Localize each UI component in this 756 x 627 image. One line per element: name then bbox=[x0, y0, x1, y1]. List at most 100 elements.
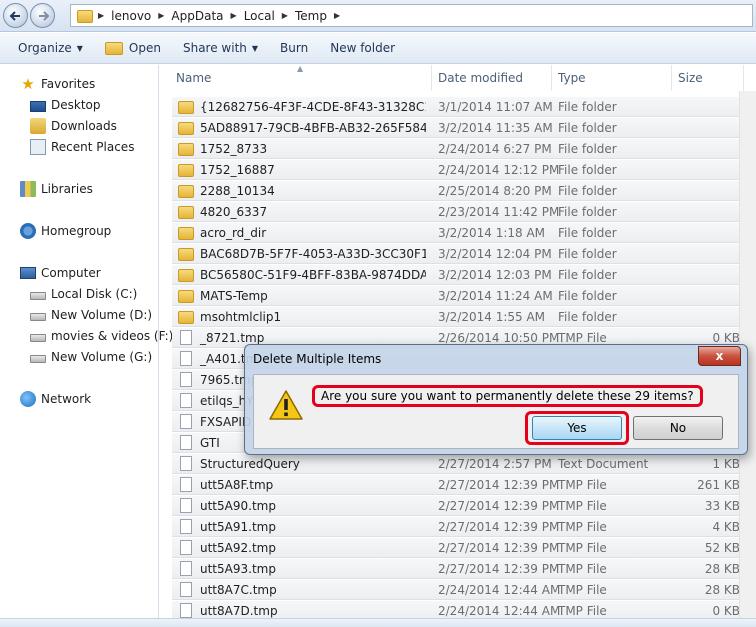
recent-places-icon bbox=[30, 139, 46, 155]
hard-drive-icon bbox=[30, 292, 46, 300]
nav-favorites[interactable]: ★ Favorites bbox=[20, 74, 95, 94]
nav-computer[interactable]: Computer bbox=[20, 263, 101, 283]
chevron-right-icon[interactable]: ▶ bbox=[333, 11, 341, 20]
share-with-label: Share with bbox=[182, 41, 247, 55]
back-button[interactable] bbox=[3, 3, 28, 28]
nav-local-disk[interactable]: Local Disk (C:) bbox=[30, 284, 137, 304]
folder-row[interactable]: 5AD88917-79CB-4BFB-AB32-265F58438563 3/2/… bbox=[172, 117, 756, 138]
chevron-right-icon[interactable]: ▶ bbox=[157, 11, 165, 20]
folder-row[interactable]: BC56580C-51F9-4BFF-83BA-9874DDA594... 3/2… bbox=[172, 264, 756, 285]
command-bar: Organize ▼ Open Share with ▼ Burn New fold… bbox=[0, 33, 756, 64]
file-icon bbox=[180, 561, 192, 576]
folder-row[interactable]: 1752_16887 2/24/2014 12:12 PM File folder bbox=[172, 159, 756, 180]
type-cell: TMP File bbox=[558, 498, 607, 513]
chevron-right-icon[interactable]: ▶ bbox=[281, 11, 289, 20]
folder-icon bbox=[178, 121, 194, 135]
burn-button[interactable]: Burn bbox=[280, 41, 308, 55]
column-header-size[interactable]: Size bbox=[672, 65, 744, 91]
nav-recent-places[interactable]: Recent Places bbox=[30, 137, 134, 157]
folder-row[interactable]: 1752_8733 2/24/2014 6:27 PM File folder bbox=[172, 138, 756, 159]
file-name-cell: _8721.tmp bbox=[172, 330, 426, 345]
back-arrow-icon bbox=[9, 10, 20, 21]
date-modified-cell: 2/27/2014 12:39 PM bbox=[438, 519, 560, 534]
file-icon bbox=[180, 519, 192, 534]
delete-confirm-dialog: Delete Multiple Items x Are you sure you… bbox=[244, 344, 748, 455]
file-row[interactable]: utt5A93.tmp 2/27/2014 12:39 PM TMP File 28 … bbox=[172, 558, 756, 579]
type-cell: TMP File bbox=[558, 519, 607, 534]
file-name-cell: 4820_6337 bbox=[172, 205, 426, 219]
file-name-cell: utt5A8F.tmp bbox=[172, 477, 426, 492]
organize-button[interactable]: Organize ▼ bbox=[18, 41, 83, 55]
nav-libraries[interactable]: Libraries bbox=[20, 179, 93, 199]
file-row[interactable]: utt5A90.tmp 2/27/2014 12:39 PM TMP File 33 … bbox=[172, 495, 756, 516]
new-folder-button[interactable]: New folder bbox=[330, 41, 395, 55]
file-row[interactable]: utt5A8F.tmp 2/27/2014 12:39 PM TMP File 261… bbox=[172, 474, 756, 495]
forward-button[interactable] bbox=[30, 3, 55, 28]
forward-arrow-icon bbox=[38, 10, 49, 21]
chevron-right-icon[interactable]: ▶ bbox=[230, 11, 238, 20]
file-name-cell: utt5A92.tmp bbox=[172, 540, 426, 555]
homegroup-icon bbox=[20, 223, 36, 239]
breadcrumb[interactable]: ▶ lenovo ▶ AppData ▶ Local ▶ Temp ▶ bbox=[70, 4, 753, 27]
nav-network[interactable]: Network bbox=[20, 389, 91, 409]
breadcrumb-item[interactable]: AppData bbox=[165, 9, 229, 23]
column-header-type[interactable]: Type bbox=[552, 65, 672, 91]
folder-row[interactable]: 2288_10134 2/25/2014 8:20 PM File folder bbox=[172, 180, 756, 201]
file-row[interactable]: utt8A7C.tmp 2/24/2014 12:44 AM TMP File 28 … bbox=[172, 579, 756, 600]
close-button[interactable]: x bbox=[698, 346, 741, 366]
open-button[interactable]: Open bbox=[104, 41, 161, 55]
type-cell: File folder bbox=[558, 162, 617, 177]
date-modified-cell: 3/2/2014 11:24 AM bbox=[438, 288, 553, 303]
type-cell: TMP File bbox=[558, 330, 607, 345]
type-cell: File folder bbox=[558, 120, 617, 135]
file-row[interactable]: utt5A92.tmp 2/27/2014 12:39 PM TMP File 52 … bbox=[172, 537, 756, 558]
date-modified-cell: 2/24/2014 12:44 AM bbox=[438, 603, 561, 618]
yes-button[interactable]: Yes bbox=[532, 416, 622, 440]
column-header-name[interactable]: Name bbox=[160, 65, 432, 91]
folder-icon bbox=[178, 247, 194, 261]
file-name: StructuredQuery bbox=[200, 456, 300, 471]
file-name-cell: utt5A93.tmp bbox=[172, 561, 426, 576]
share-with-button[interactable]: Share with ▼ bbox=[183, 41, 258, 55]
nav-homegroup[interactable]: Homegroup bbox=[20, 221, 111, 241]
navigation-pane: ★ Favorites Desktop Downloads Recent Plac… bbox=[0, 65, 173, 627]
nav-label: New Volume (G:) bbox=[51, 350, 153, 364]
type-cell: File folder bbox=[558, 225, 617, 240]
nav-new-volume-d[interactable]: New Volume (D:) bbox=[30, 305, 152, 325]
nav-desktop[interactable]: Desktop bbox=[30, 95, 101, 115]
type-cell: TMP File bbox=[558, 561, 607, 576]
file-name-cell: {12682756-4F3F-4CDE-8F43-31328C1A4D... bbox=[172, 100, 426, 114]
folder-row[interactable]: MATS-Temp 3/2/2014 11:24 AM File folder bbox=[172, 285, 756, 306]
libraries-icon bbox=[20, 181, 36, 197]
nav-movies[interactable]: movies & videos (F:) bbox=[30, 326, 173, 346]
file-row[interactable]: StructuredQuery 2/27/2014 2:57 PM Text Doc… bbox=[172, 453, 756, 474]
folder-row[interactable]: BAC68D7B-5F7F-4053-A33D-3CC30F15E7... 3/2… bbox=[172, 243, 756, 264]
folder-row[interactable]: msohtmlclip1 3/2/2014 1:55 AM File folder bbox=[172, 306, 756, 327]
file-icon bbox=[180, 393, 192, 408]
file-name: utt5A93.tmp bbox=[200, 561, 276, 576]
file-row[interactable]: utt5A91.tmp 2/27/2014 12:39 PM TMP File 4 K… bbox=[172, 516, 756, 537]
chevron-right-icon[interactable]: ▶ bbox=[97, 11, 105, 20]
folder-row[interactable]: {12682756-4F3F-4CDE-8F43-31328C1A4D... 3/… bbox=[172, 96, 756, 117]
file-name: GTI bbox=[200, 435, 220, 450]
file-name-cell: utt8A7D.tmp bbox=[172, 603, 426, 618]
file-icon bbox=[180, 414, 192, 429]
breadcrumb-item[interactable]: Temp bbox=[289, 9, 333, 23]
folder-row[interactable]: 4820_6337 2/23/2014 11:42 PM File folder bbox=[172, 201, 756, 222]
folder-icon bbox=[178, 226, 194, 240]
type-cell: File folder bbox=[558, 309, 617, 324]
folder-row[interactable]: acro_rd_dir 3/2/2014 1:18 AM File folder bbox=[172, 222, 756, 243]
column-header-date[interactable]: Date modified bbox=[432, 65, 552, 91]
file-name-cell: 1752_8733 bbox=[172, 142, 426, 156]
nav-downloads[interactable]: Downloads bbox=[30, 116, 117, 136]
nav-new-volume-g[interactable]: New Volume (G:) bbox=[30, 347, 152, 367]
breadcrumb-item[interactable]: lenovo bbox=[105, 9, 157, 23]
breadcrumb-item[interactable]: Local bbox=[238, 9, 281, 23]
folder-icon bbox=[178, 163, 194, 177]
file-name: utt5A92.tmp bbox=[200, 540, 276, 555]
computer-icon bbox=[20, 267, 36, 279]
file-name: MATS-Temp bbox=[200, 288, 268, 303]
dialog-message: Are you sure you want to permanently del… bbox=[312, 385, 703, 407]
organize-label: Organize bbox=[18, 41, 72, 55]
no-button[interactable]: No bbox=[633, 416, 723, 440]
